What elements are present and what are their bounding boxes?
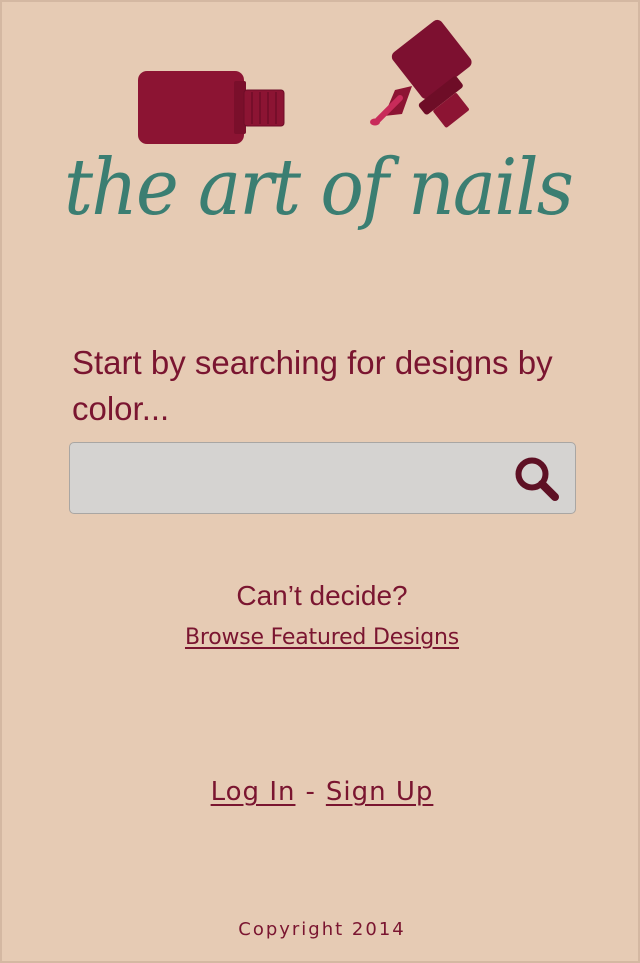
- nail-polish-brush-icon: [370, 19, 472, 128]
- login-link[interactable]: Log In: [211, 777, 296, 807]
- auth-links: Log In - Sign Up: [2, 772, 640, 812]
- logo-text: the art of nails: [64, 143, 572, 233]
- app-logo: the art of nails: [2, 2, 640, 262]
- search-icon: [515, 457, 559, 501]
- search-prompt: Start by searching for designs by color.…: [72, 344, 553, 427]
- nail-polish-bottle-icon: [138, 71, 285, 144]
- signup-link[interactable]: Sign Up: [326, 777, 434, 807]
- auth-separator: -: [305, 777, 316, 807]
- browse-featured-designs-link[interactable]: Browse Featured Designs: [164, 622, 480, 654]
- cant-decide-text: Can’t decide?: [236, 580, 408, 611]
- copyright-text: Copyright 2014: [238, 919, 406, 940]
- search-button[interactable]: [511, 453, 563, 505]
- search-input[interactable]: [70, 443, 500, 513]
- search-bar: [69, 442, 576, 514]
